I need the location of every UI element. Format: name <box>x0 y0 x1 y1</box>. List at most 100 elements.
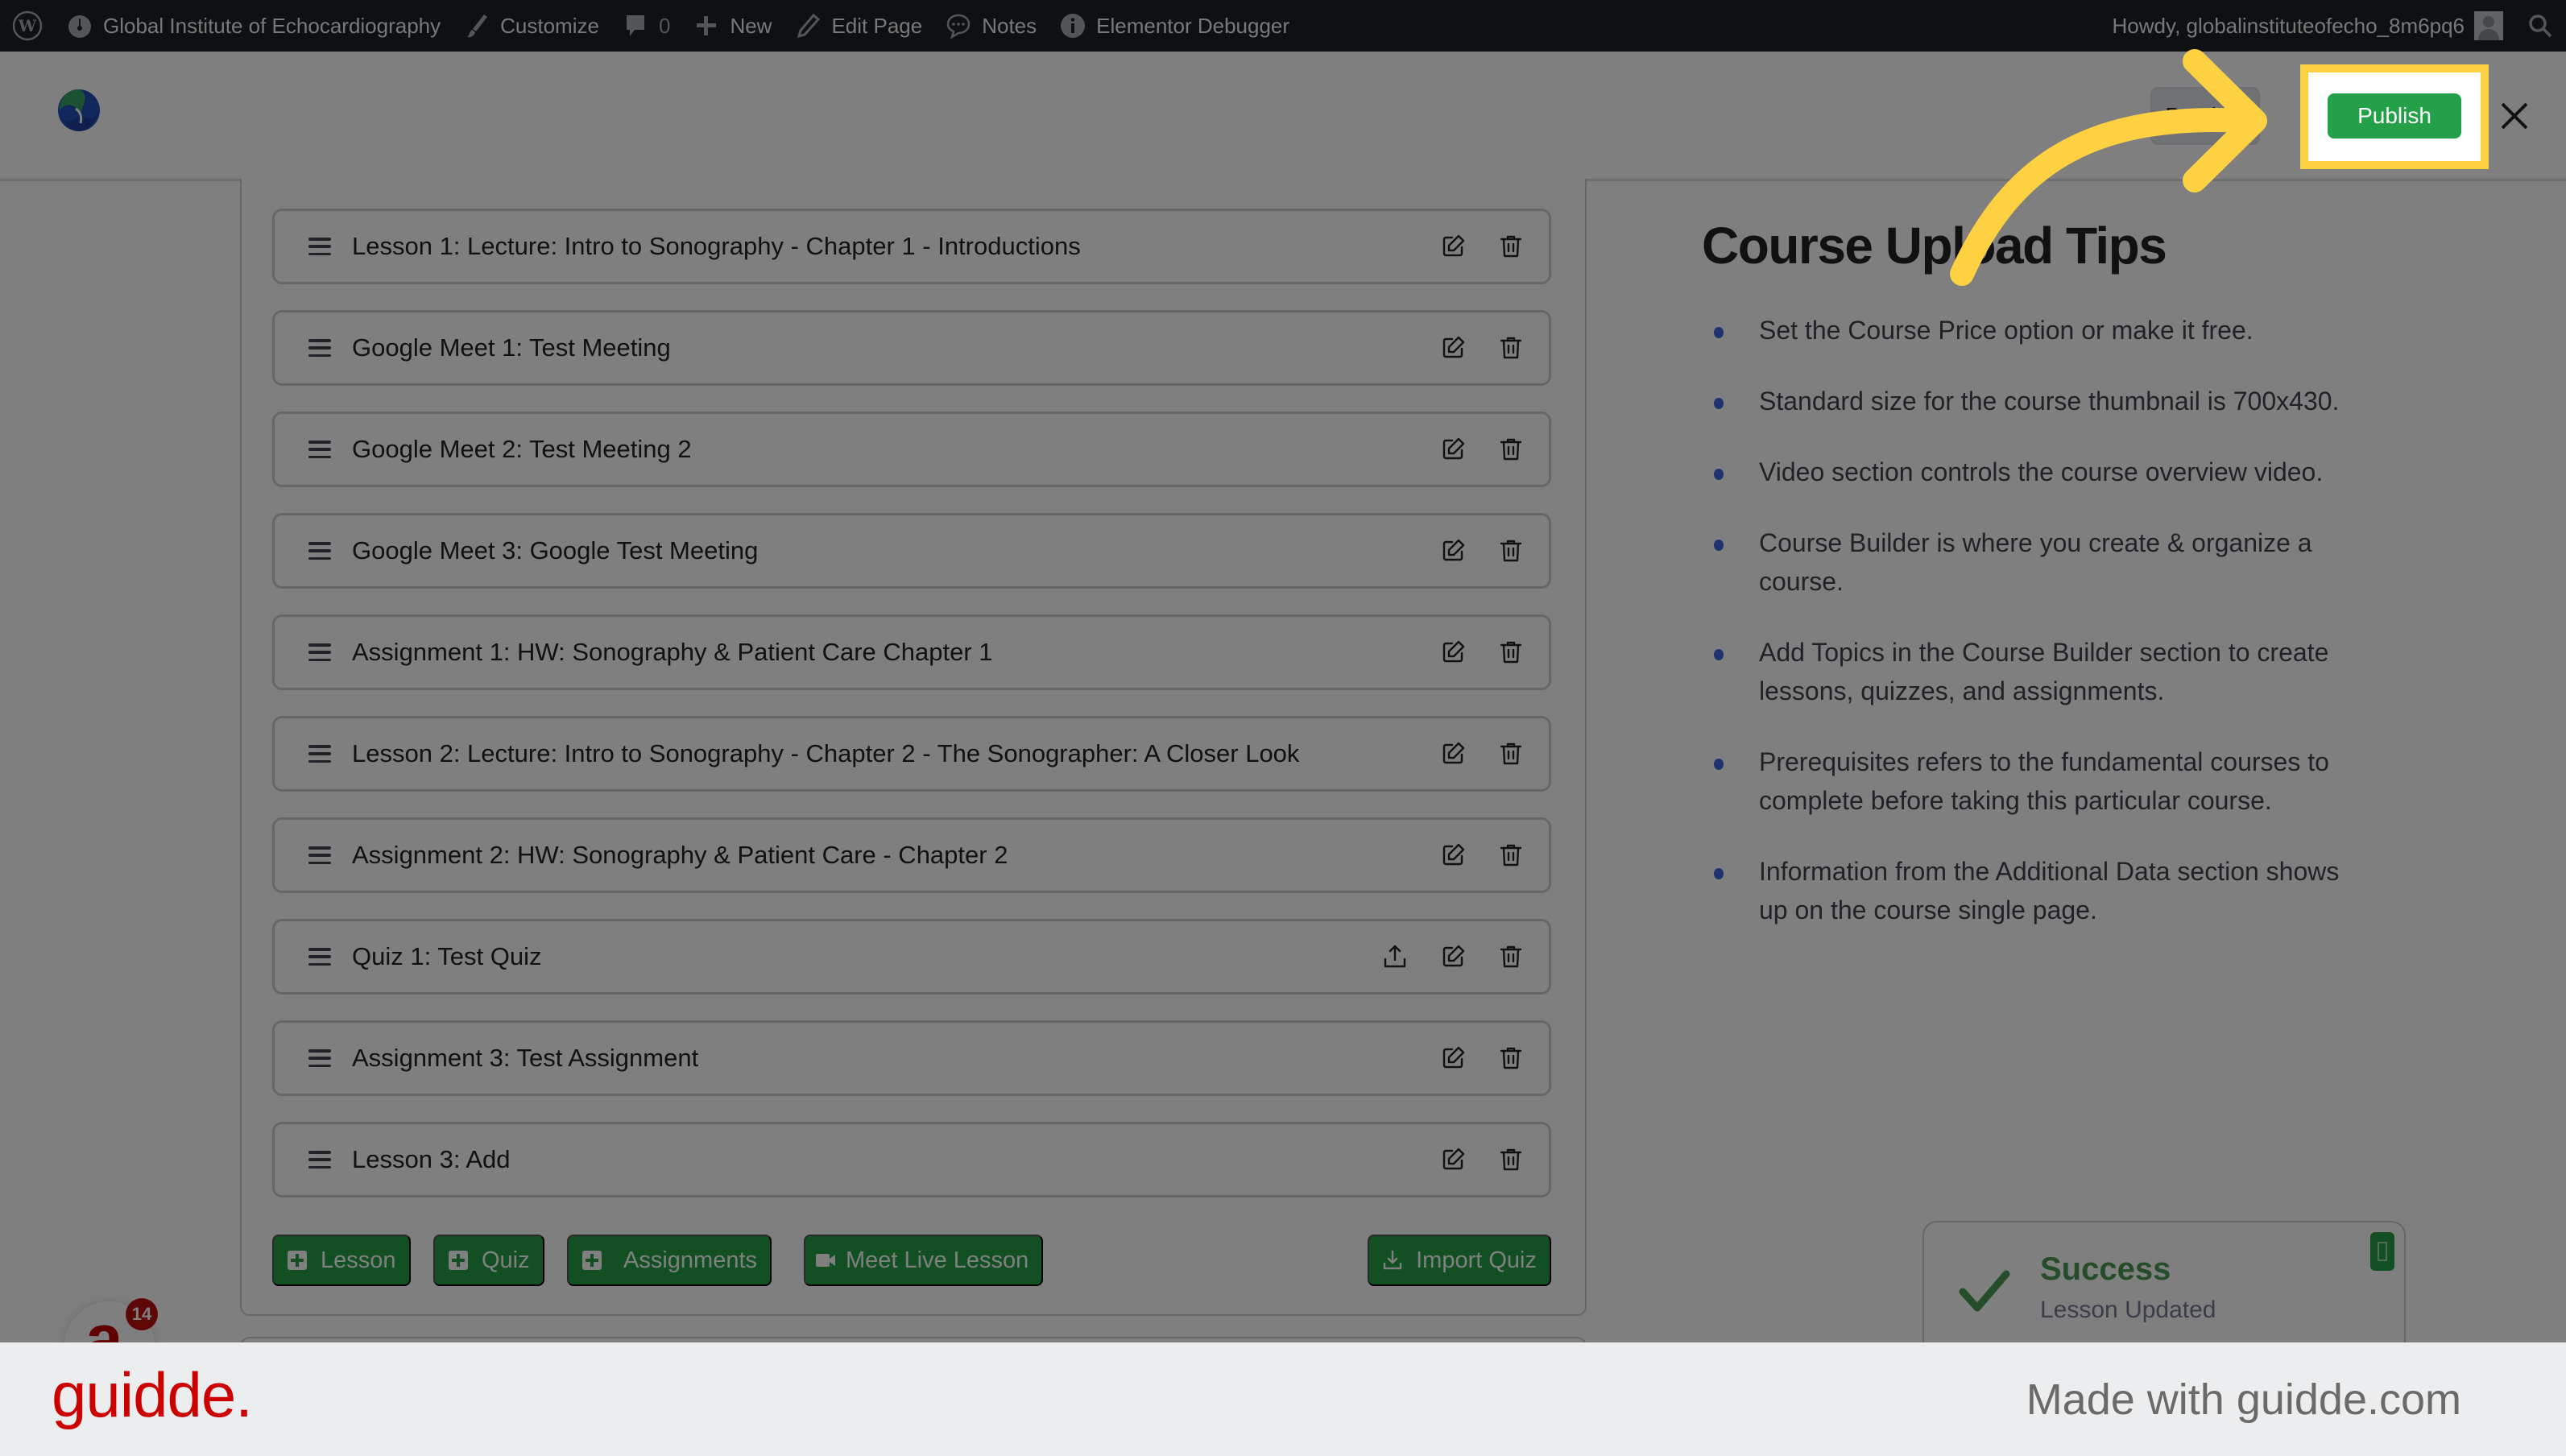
edit-page-link[interactable]: Edit Page <box>783 0 933 52</box>
plus-square-icon <box>449 1251 468 1270</box>
trash-icon[interactable] <box>1492 837 1529 874</box>
trash-icon[interactable] <box>1492 634 1529 671</box>
bullet-icon <box>1714 398 1724 409</box>
topic-content-row[interactable]: Quiz 1: Test Quiz <box>272 919 1551 995</box>
row-actions <box>1434 735 1529 772</box>
topic-content-row[interactable]: Assignment 1: HW: Sonography & Patient C… <box>272 614 1551 690</box>
row-title: Google Meet 2: Test Meeting 2 <box>352 435 692 463</box>
site-logo-icon <box>58 89 100 131</box>
row-actions <box>1434 532 1529 569</box>
topic-content-row[interactable]: Lesson 3: Add <box>272 1122 1551 1197</box>
publish-button[interactable]: Publish <box>2328 93 2461 139</box>
edit-icon[interactable] <box>1434 837 1471 874</box>
new-content-menu[interactable]: New <box>681 0 783 52</box>
drag-handle-icon[interactable] <box>308 542 331 560</box>
user-avatar <box>2474 11 2503 40</box>
video-camera-icon <box>816 1254 835 1267</box>
tip-text: Prerequisites refers to the fundamental … <box>1759 747 2329 815</box>
tip-text: Video section controls the course overvi… <box>1759 457 2324 486</box>
elementor-debugger-link[interactable]: Elementor Debugger <box>1048 0 1301 52</box>
customize-link[interactable]: Customize <box>452 0 610 52</box>
wordpress-logo-icon: W <box>12 10 43 41</box>
tips-list: Set the Course Price option or make it f… <box>1714 311 2358 962</box>
trash-icon[interactable] <box>1492 532 1529 569</box>
edit-icon[interactable] <box>1434 532 1471 569</box>
row-title: Lesson 2: Lecture: Intro to Sonography -… <box>352 739 1300 767</box>
site-name-menu[interactable]: Global Institute of Echocardiography <box>55 0 452 52</box>
plus-square-icon <box>288 1251 307 1270</box>
edit-icon[interactable] <box>1434 735 1471 772</box>
trash-icon[interactable] <box>1492 1141 1529 1178</box>
plus-square-icon <box>582 1251 602 1270</box>
drag-handle-icon[interactable] <box>308 745 331 763</box>
edit-icon[interactable] <box>1434 634 1471 671</box>
tip-item: Add Topics in the Course Builder section… <box>1714 633 2358 710</box>
row-title: Lesson 3: Add <box>352 1145 511 1173</box>
notes-link[interactable]: Notes <box>933 0 1048 52</box>
edit-icon[interactable] <box>1434 938 1471 975</box>
export-icon[interactable] <box>1376 938 1413 975</box>
row-actions <box>1434 837 1529 874</box>
row-actions <box>1434 1040 1529 1077</box>
wordpress-menu[interactable]: W <box>0 0 55 52</box>
trash-icon[interactable] <box>1492 1040 1529 1077</box>
row-title: Assignment 1: HW: Sonography & Patient C… <box>352 638 993 666</box>
search-icon <box>2529 14 2552 38</box>
tip-text: Course Builder is where you create & org… <box>1759 528 2312 596</box>
edit-icon[interactable] <box>1434 1040 1471 1077</box>
drag-handle-icon[interactable] <box>308 1049 331 1067</box>
add-meet-live-lesson-button[interactable]: Meet Live Lesson <box>804 1235 1044 1286</box>
add-lesson-button[interactable]: Lesson <box>272 1235 411 1286</box>
dashboard-gauge-icon <box>68 15 91 38</box>
toast-dismiss-button[interactable] <box>2370 1232 2394 1271</box>
import-quiz-button[interactable]: Import Quiz <box>1368 1235 1551 1286</box>
tip-item: Set the Course Price option or make it f… <box>1714 311 2358 350</box>
edit-icon[interactable] <box>1434 1141 1471 1178</box>
row-actions <box>1434 228 1529 265</box>
drag-handle-icon[interactable] <box>308 238 331 255</box>
admin-search-button[interactable] <box>2514 13 2566 39</box>
close-icon <box>2378 1242 2387 1261</box>
comments-link[interactable]: 0 <box>610 0 681 52</box>
tip-text: Set the Course Price option or make it f… <box>1759 316 2254 345</box>
drag-handle-icon[interactable] <box>308 948 331 966</box>
topic-content-row[interactable]: Assignment 3: Test Assignment <box>272 1020 1551 1096</box>
site-name: Global Institute of Echocardiography <box>103 13 441 38</box>
svg-text:W: W <box>18 16 37 35</box>
drag-handle-icon[interactable] <box>308 1151 331 1169</box>
preview-button[interactable]: Preview <box>2150 87 2260 145</box>
topic-content-row[interactable]: Lesson 2: Lecture: Intro to Sonography -… <box>272 716 1551 792</box>
topic-content-row[interactable]: Lesson 1: Lecture: Intro to Sonography -… <box>272 209 1551 284</box>
topic-content-row[interactable]: Assignment 2: HW: Sonography & Patient C… <box>272 817 1551 893</box>
trash-icon[interactable] <box>1492 329 1529 366</box>
row-title: Assignment 3: Test Assignment <box>352 1044 699 1072</box>
close-icon <box>2501 102 2528 130</box>
bullet-icon <box>1714 469 1724 480</box>
drag-handle-icon[interactable] <box>308 441 331 458</box>
comment-bubble-icon <box>626 15 644 36</box>
topic-content-row[interactable]: Google Meet 3: Google Test Meeting <box>272 513 1551 589</box>
drag-handle-icon[interactable] <box>308 643 331 661</box>
trash-icon[interactable] <box>1492 735 1529 772</box>
edit-icon[interactable] <box>1434 228 1471 265</box>
edit-icon[interactable] <box>1434 329 1471 366</box>
trash-icon[interactable] <box>1492 431 1529 468</box>
add-assignments-button[interactable]: Assignments <box>567 1235 772 1286</box>
edit-icon[interactable] <box>1434 431 1471 468</box>
tip-item: Prerequisites refers to the fundamental … <box>1714 742 2358 820</box>
topic-content-row[interactable]: Google Meet 1: Test Meeting <box>272 310 1551 386</box>
row-actions <box>1434 329 1529 366</box>
wp-admin-bar: W Global Institute of Echocardiography C… <box>0 0 2566 52</box>
my-account-menu[interactable]: Howdy, globalinstituteofecho_8m6pq6 <box>2101 0 2514 52</box>
topic-content-row[interactable]: Google Meet 2: Test Meeting 2 <box>272 412 1551 487</box>
add-quiz-button[interactable]: Quiz <box>433 1235 544 1286</box>
trash-icon[interactable] <box>1492 228 1529 265</box>
drag-handle-icon[interactable] <box>308 339 331 357</box>
plus-icon <box>697 16 717 35</box>
row-actions <box>1434 1141 1529 1178</box>
download-icon <box>1383 1250 1402 1270</box>
trash-icon[interactable] <box>1492 938 1529 975</box>
close-builder-button[interactable] <box>2497 95 2532 137</box>
drag-handle-icon[interactable] <box>308 846 331 864</box>
howdy-text: Howdy, globalinstituteofecho_8m6pq6 <box>2112 13 2465 38</box>
